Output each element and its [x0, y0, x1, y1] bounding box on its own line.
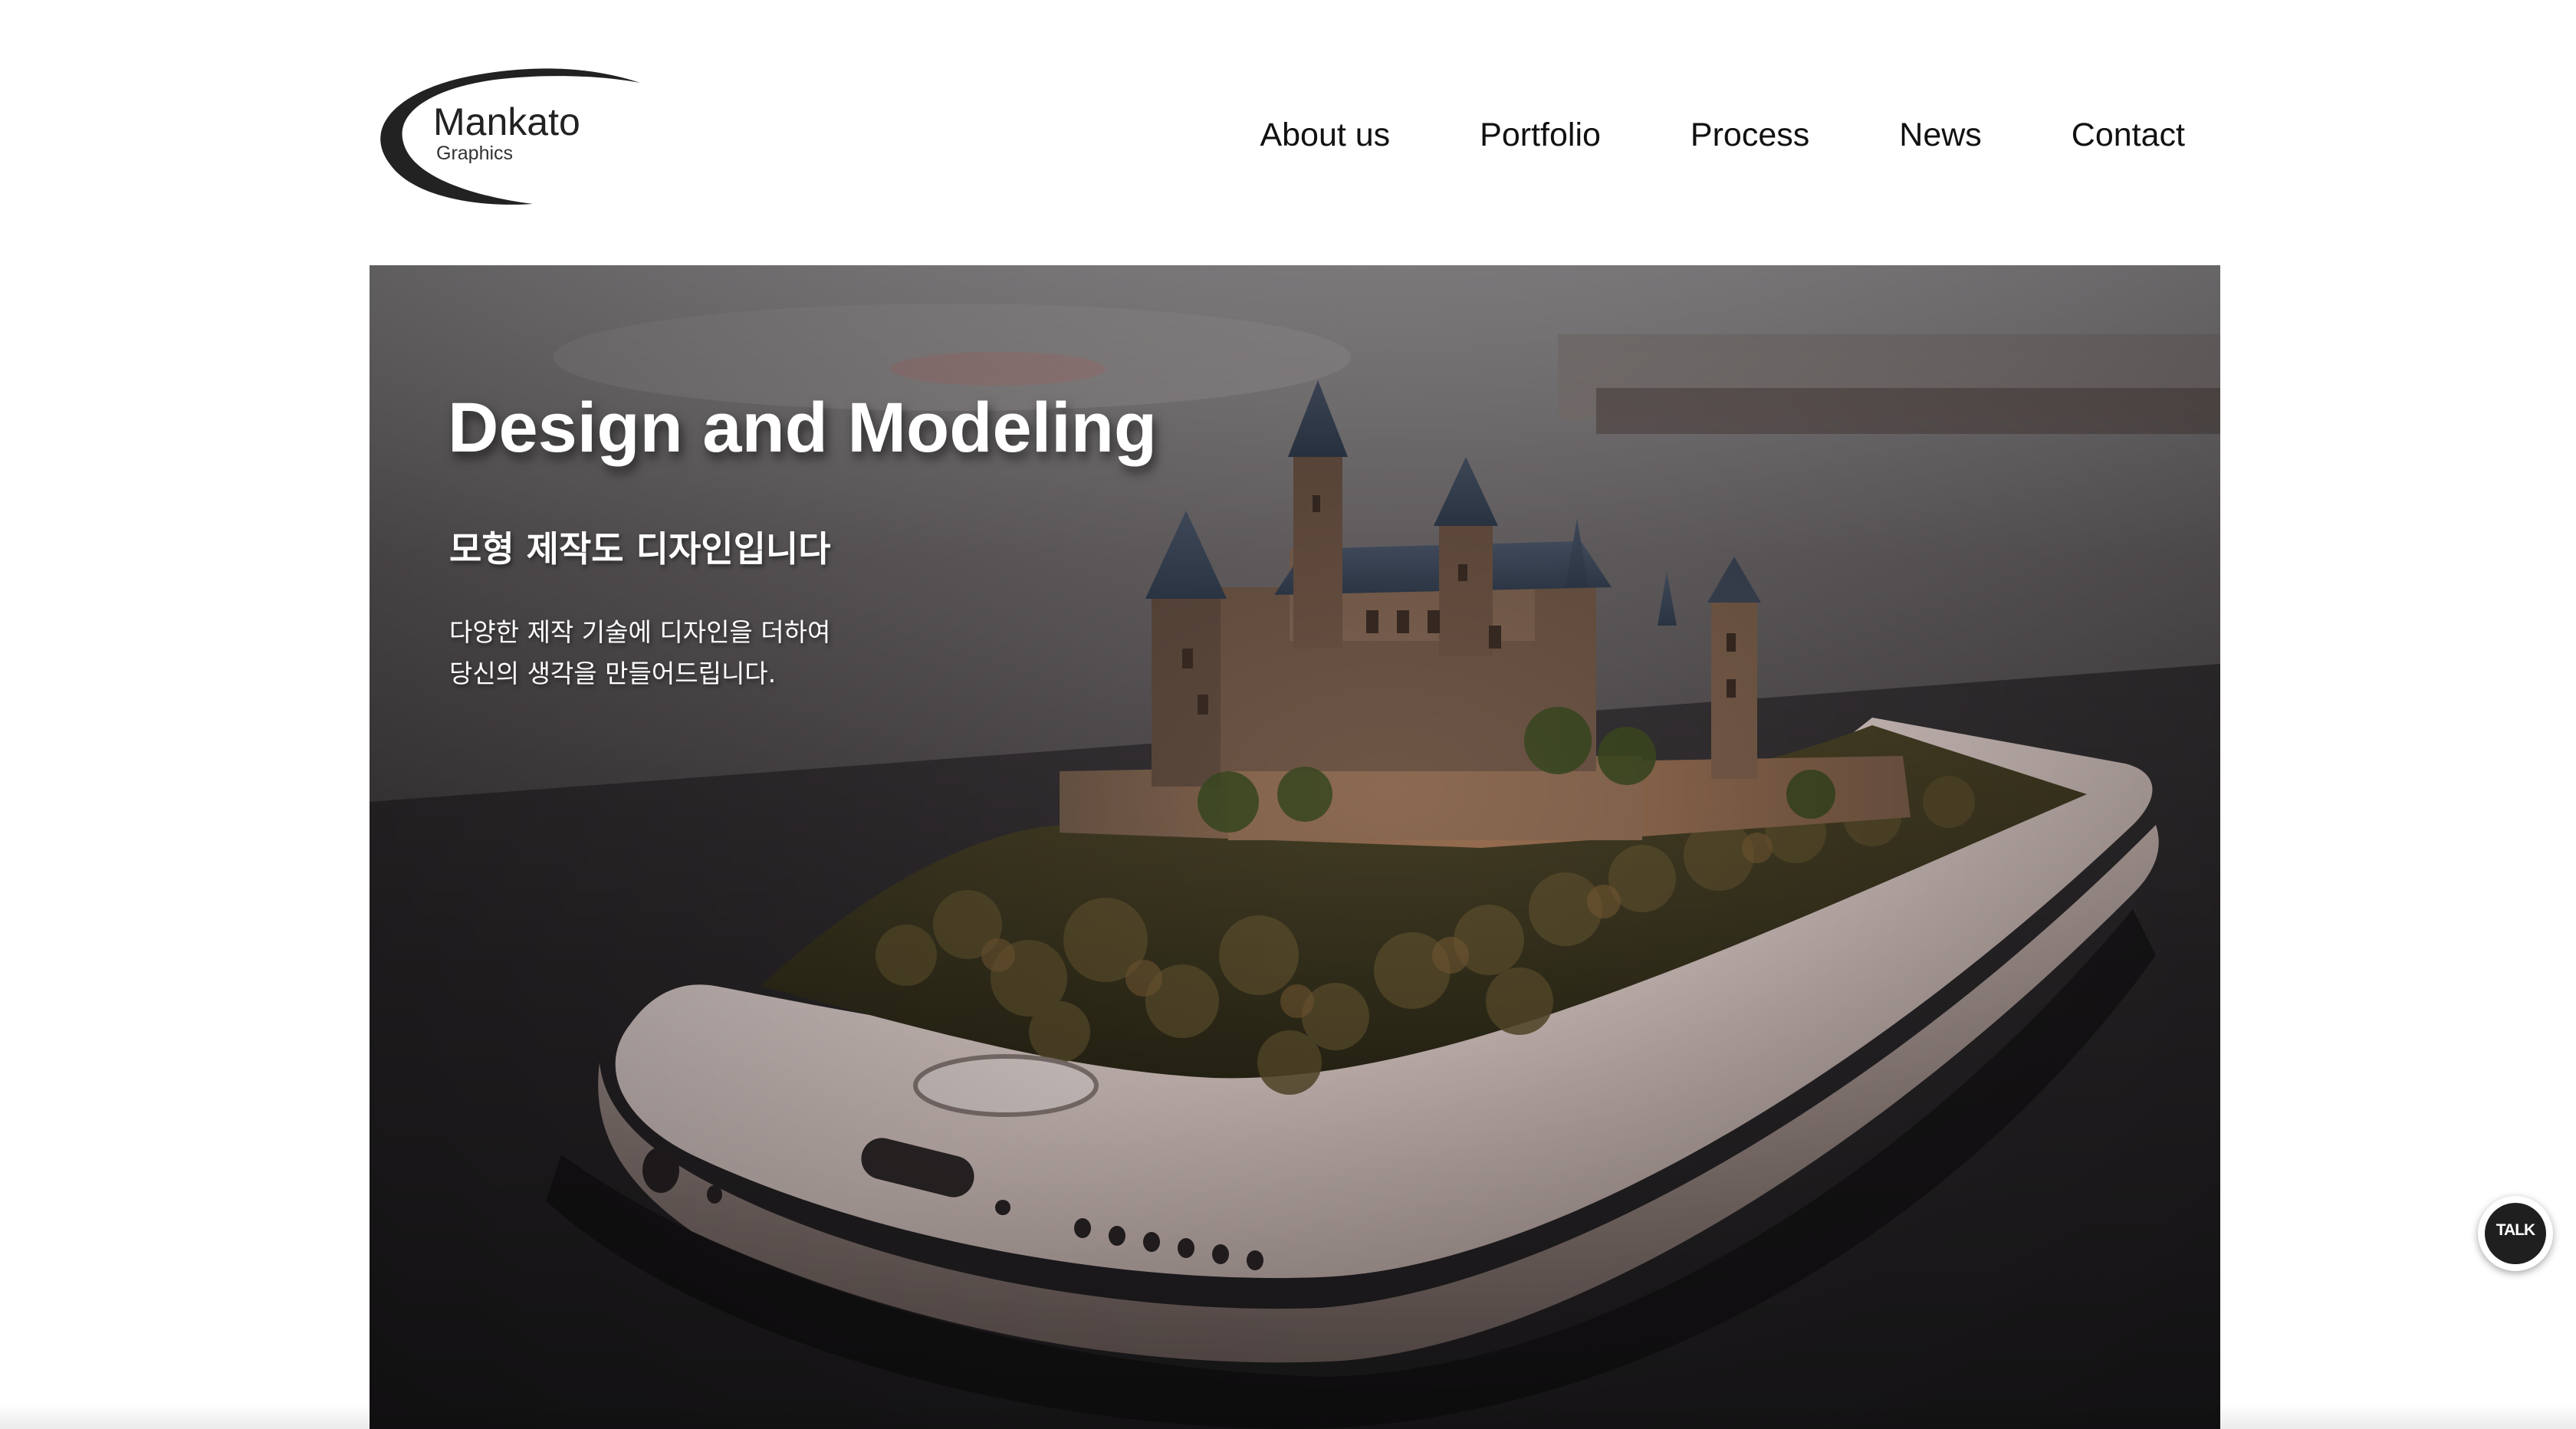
nav-link-process[interactable]: Process	[1691, 117, 1809, 153]
nav-link-about[interactable]: About us	[1260, 117, 1390, 153]
hero-banner: Design and Modeling 모형 제작도 디자인입니다 다양한 제작…	[370, 265, 2220, 1429]
nav-item-process: Process	[1691, 117, 1809, 154]
logo-name: Mankato	[433, 100, 580, 143]
hero-description-line: 다양한 제작 기술에 디자인을 더하여	[449, 617, 831, 647]
nav-link-contact[interactable]: Contact	[2072, 117, 2185, 153]
hero-description: 다양한 제작 기술에 디자인을 더하여 당신의 생각을 만들어드립니다.	[449, 612, 830, 695]
page: Mankato Graphics About us Portfolio Proc…	[0, 0, 2576, 1429]
nav-item-news: News	[1899, 117, 1982, 154]
logo-subtitle: Graphics	[436, 143, 514, 164]
nav-item-portfolio: Portfolio	[1480, 117, 1601, 154]
talk-button-label: TALK	[2496, 1221, 2535, 1239]
hero-subtitle: 모형 제작도 디자인입니다	[449, 528, 831, 570]
hero-title: Design and Modeling	[448, 389, 1158, 467]
nav-list: About us Portfolio Process News Contact	[1260, 117, 2185, 154]
hero-description-line: 당신의 생각을 만들어드립니다.	[449, 659, 777, 688]
nav-link-news[interactable]: News	[1899, 117, 1982, 153]
nav-item-about: About us	[1260, 117, 1390, 154]
talk-chat-button[interactable]: TALK	[2478, 1196, 2553, 1271]
logo[interactable]: Mankato Graphics	[368, 66, 644, 212]
nav-link-portfolio[interactable]: Portfolio	[1480, 117, 1601, 153]
nav-item-contact: Contact	[2072, 117, 2185, 154]
